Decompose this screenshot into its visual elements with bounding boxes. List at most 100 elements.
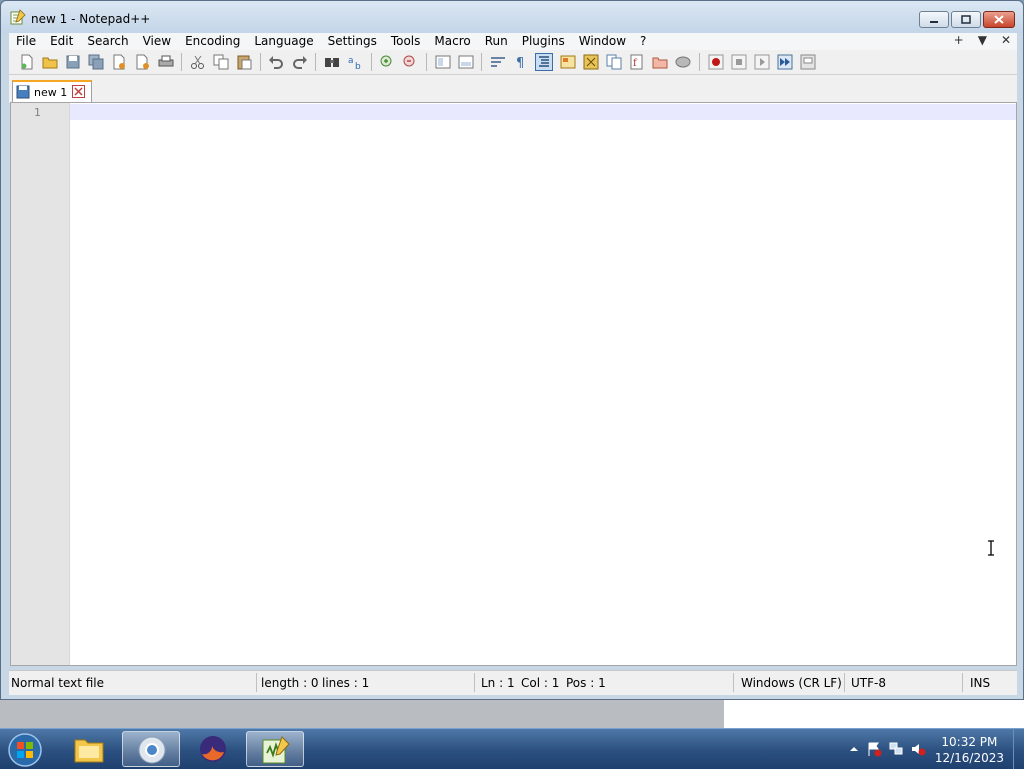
toolbar-separator — [699, 53, 701, 71]
save-all-icon[interactable] — [88, 54, 104, 70]
menu-plugins[interactable]: Plugins — [515, 34, 572, 49]
tab-bar: new 1 — [9, 74, 1017, 103]
status-length: length : 0 — [261, 676, 319, 690]
menu-help[interactable]: ? — [633, 34, 653, 49]
zoom-in-icon[interactable] — [379, 54, 395, 70]
title-bar[interactable]: new 1 - Notepad++ — [1, 1, 1023, 33]
document-map-icon[interactable] — [583, 54, 599, 70]
clock-date: 12/16/2023 — [934, 751, 1004, 765]
menu-file[interactable]: File — [9, 34, 43, 49]
toolbar: ab ¶ f — [9, 50, 1017, 74]
function-list-icon[interactable]: f — [629, 54, 645, 70]
volume-muted-icon[interactable] — [910, 741, 926, 757]
close-button[interactable] — [983, 11, 1015, 28]
action-center-flag-icon[interactable] — [866, 741, 882, 757]
show-all-characters-icon[interactable]: ¶ — [513, 54, 529, 70]
text-cursor-ibeam-icon — [988, 540, 994, 556]
menu-encoding[interactable]: Encoding — [178, 34, 247, 49]
close-all-icon[interactable] — [135, 54, 151, 70]
menu-run[interactable]: Run — [478, 34, 515, 49]
svg-text:a: a — [348, 56, 354, 66]
play-macro-icon[interactable] — [754, 54, 770, 70]
tab-close-icon[interactable] — [72, 85, 85, 98]
menu-tools[interactable]: Tools — [384, 34, 428, 49]
monitoring-icon[interactable] — [675, 54, 691, 70]
minimize-icon — [930, 20, 938, 23]
show-desktop-button[interactable] — [1013, 729, 1024, 769]
save-macro-icon[interactable] — [800, 54, 816, 70]
close-document-button[interactable]: ✕ — [1001, 33, 1011, 47]
show-hidden-icons-chevron-icon[interactable] — [846, 741, 862, 757]
status-divider — [256, 673, 257, 692]
text-editor[interactable]: 1 — [10, 102, 1017, 666]
desktop-background-area — [724, 700, 1024, 728]
taskbar-notepadpp[interactable] — [246, 731, 304, 767]
system-tray: 10:32 PM 12/16/2023 — [844, 729, 1024, 769]
indent-guide-icon[interactable] — [535, 53, 554, 71]
zoom-out-icon[interactable] — [402, 54, 418, 70]
tab-list-dropdown-button[interactable]: ▼ — [978, 33, 987, 47]
taskbar-clock[interactable]: 10:32 PM 12/16/2023 — [935, 734, 1004, 766]
svg-text:b: b — [355, 62, 361, 70]
tab-new-1[interactable]: new 1 — [12, 80, 92, 102]
replace-icon[interactable]: ab — [347, 54, 363, 70]
notepadpp-icon — [262, 736, 290, 764]
cut-icon[interactable] — [190, 54, 206, 70]
windows-start-icon[interactable] — [6, 732, 44, 768]
taskbar-firefox[interactable] — [184, 731, 242, 767]
record-macro-icon[interactable] — [708, 54, 724, 70]
redo-icon[interactable] — [292, 54, 308, 70]
notepadpp-app-icon — [10, 9, 26, 25]
menu-bar: File Edit Search View Encoding Language … — [9, 33, 1017, 50]
menu-language[interactable]: Language — [247, 34, 320, 49]
line-number-gutter: 1 — [11, 103, 70, 665]
print-icon[interactable] — [158, 54, 174, 70]
new-file-icon[interactable] — [19, 54, 35, 70]
taskbar-file-explorer[interactable] — [60, 731, 118, 767]
new-tab-plus-button[interactable]: + — [954, 33, 964, 47]
taskbar: 10:32 PM 12/16/2023 — [0, 728, 1024, 769]
menu-macro[interactable]: Macro — [427, 34, 477, 49]
toolbar-separator — [370, 53, 372, 71]
undo-icon[interactable] — [268, 54, 284, 70]
toolbar-separator — [181, 53, 183, 71]
sync-vertical-icon[interactable] — [435, 54, 451, 70]
status-file-type: Normal text file — [11, 676, 105, 690]
paste-icon[interactable] — [236, 54, 252, 70]
notepadpp-window: new 1 - Notepad++ File Edit Search View … — [0, 0, 1024, 700]
menu-edit[interactable]: Edit — [43, 34, 80, 49]
word-wrap-icon[interactable] — [490, 54, 506, 70]
file-explorer-icon — [74, 739, 104, 763]
stop-macro-icon[interactable] — [731, 54, 747, 70]
menu-window[interactable]: Window — [572, 34, 633, 49]
taskbar-chrome[interactable] — [122, 731, 180, 767]
document-list-icon[interactable] — [606, 54, 622, 70]
status-bar: Normal text file length : 0 lines : 1 Ln… — [9, 670, 1017, 695]
line-number: 1 — [34, 106, 41, 119]
copy-icon[interactable] — [213, 54, 229, 70]
menu-settings[interactable]: Settings — [321, 34, 384, 49]
status-eol-format[interactable]: Windows (CR LF) — [741, 676, 842, 690]
toolbar-separator — [259, 53, 261, 71]
status-encoding[interactable]: UTF-8 — [851, 676, 886, 690]
close-file-icon[interactable] — [111, 54, 127, 70]
toolbar-separator — [481, 53, 483, 71]
user-defined-language-icon[interactable] — [560, 54, 576, 70]
status-divider — [474, 673, 475, 692]
minimize-button[interactable] — [919, 11, 949, 28]
run-macro-multiple-icon[interactable] — [777, 54, 793, 70]
menu-view[interactable]: View — [136, 34, 178, 49]
menu-search[interactable]: Search — [80, 34, 135, 49]
open-file-icon[interactable] — [42, 54, 58, 70]
status-position: Pos : 1 — [566, 676, 606, 690]
status-insert-mode[interactable]: INS — [970, 676, 990, 690]
saved-file-icon — [16, 85, 30, 99]
find-icon[interactable] — [324, 54, 340, 70]
save-icon[interactable] — [65, 54, 81, 70]
maximize-button[interactable] — [951, 11, 981, 28]
folder-as-workspace-icon[interactable] — [652, 54, 668, 70]
status-divider — [962, 673, 963, 692]
network-icon[interactable] — [888, 741, 904, 757]
firefox-icon — [200, 736, 226, 762]
sync-horizontal-icon[interactable] — [458, 54, 474, 70]
